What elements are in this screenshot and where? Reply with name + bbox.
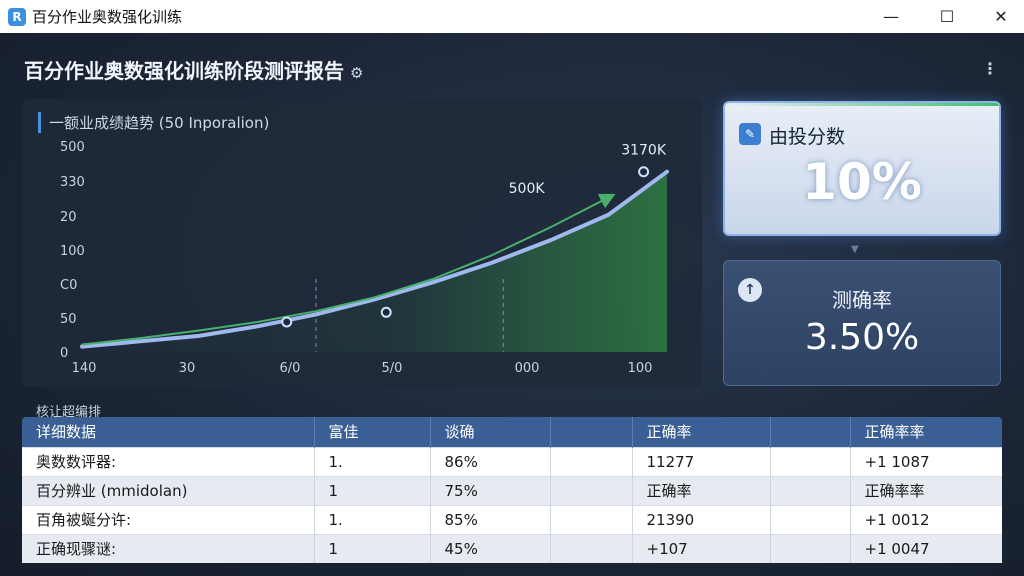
chevron-down-icon: ▼: [851, 244, 859, 255]
score-card-label: 由投分数: [769, 126, 846, 148]
table-cell: +107: [632, 533, 771, 563]
x-tick-label: 30: [179, 361, 196, 376]
page-title-text: 百分作业奥数强化训练阶段测评报告: [24, 59, 344, 83]
table-cell: [770, 446, 851, 476]
table-cell: 正确率: [632, 475, 771, 505]
table-cell: 11277: [632, 446, 771, 476]
data-label: 3170K: [621, 143, 667, 159]
table-cell: 86%: [430, 446, 551, 476]
x-tick-label: 100: [628, 361, 653, 376]
table-header-row: 详细数据 富佳 谈确 正确率 正确率率: [22, 417, 1002, 447]
table-cell: 21390: [632, 504, 771, 534]
x-tick-label: 5/0: [382, 361, 403, 376]
y-tick-label: 20: [60, 210, 77, 225]
window-title: 百分作业奥数强化训练: [32, 8, 183, 26]
table-row[interactable]: 奥数数评器: 1. 86% 11277 +1 1087: [22, 446, 1002, 476]
table-cell: [550, 533, 633, 563]
table-cell: 45%: [430, 533, 551, 563]
table-cell: 奥数数评器:: [22, 446, 315, 476]
table-cell: 正确率率: [850, 475, 1002, 505]
table-cell: 百分辨业 (mmidolan): [22, 475, 315, 505]
y-tick-label: 100: [60, 244, 85, 259]
table-cell: +1 0047: [850, 533, 1002, 563]
data-point: [281, 316, 293, 328]
table-cell: [550, 446, 633, 476]
y-tick-label: 0: [60, 346, 68, 361]
document-chart-icon: ✎: [739, 123, 761, 145]
table-row[interactable]: 百角被蜒分许: 1. 85% 21390 +1 0012: [22, 504, 1002, 534]
column-header[interactable]: 正确率: [632, 417, 771, 447]
x-tick-label: 6/0: [280, 361, 301, 376]
y-tick-label: 500: [60, 140, 85, 155]
maximize-button[interactable]: ☐: [924, 0, 970, 33]
table-row[interactable]: 百分辨业 (mmidolan) 1 75% 正确率 正确率率: [22, 475, 1002, 505]
data-table: 详细数据 富佳 谈确 正确率 正确率率 奥数数评器: 1. 86% 11277: [22, 417, 1002, 563]
main-content: 百分作业奥数强化训练阶段测评报告 ⚙ ⋮ 一额业成绩趋势 (50 Inporali…: [0, 33, 1024, 576]
table-cell: 百角被蜒分许:: [22, 504, 315, 534]
data-point: [638, 166, 650, 178]
table-cell: +1 1087: [850, 446, 1002, 476]
column-header[interactable]: 详细数据: [22, 417, 315, 447]
accuracy-card-label: 测确率: [832, 288, 892, 312]
table-cell: 1.: [314, 504, 431, 534]
column-header[interactable]: [550, 417, 633, 447]
column-header[interactable]: 正确率率: [850, 417, 1002, 447]
table-cell: 1.: [314, 446, 431, 476]
x-tick-label: 140: [72, 361, 97, 376]
data-table-container: 详细数据 富佳 谈确 正确率 正确率率 奥数数评器: 1. 86% 11277: [22, 417, 1002, 576]
y-tick-label: 330: [60, 175, 85, 190]
minimize-button[interactable]: —: [868, 0, 914, 33]
y-tick-label: 50: [60, 312, 77, 327]
table-row[interactable]: 正确现骤谜: 1 45% +107 +1 0047: [22, 533, 1002, 563]
data-point: [380, 306, 392, 318]
table-cell: 1: [314, 475, 431, 505]
app-icon: R: [8, 7, 26, 26]
table-cell: [770, 504, 851, 534]
data-label: 500K: [509, 181, 546, 197]
column-header[interactable]: [770, 417, 851, 447]
table-cell: 1: [314, 533, 431, 563]
x-tick-label: 000: [515, 361, 540, 376]
accuracy-card[interactable]: ↑ 测确率 3.50%: [723, 260, 1001, 386]
close-button[interactable]: ✕: [978, 0, 1024, 33]
table-cell: 正确现骤谜:: [22, 533, 315, 563]
gear-icon[interactable]: ⚙: [350, 64, 363, 82]
accuracy-card-value: 3.50%: [804, 317, 920, 358]
table-cell: [550, 475, 633, 505]
window-titlebar: R 百分作业奥数强化训练 — ☐ ✕: [0, 0, 1024, 33]
score-card[interactable]: ✎ 由投分数 10%: [723, 101, 1001, 236]
column-header[interactable]: 谈确: [430, 417, 551, 447]
table-cell: [770, 475, 851, 505]
more-options-icon[interactable]: ⋮: [982, 59, 998, 78]
table-cell: 75%: [430, 475, 551, 505]
area-fill: [82, 171, 667, 352]
score-card-value: 10%: [802, 153, 922, 211]
table-cell: [770, 533, 851, 563]
trend-chart: 0 50 C0 100 20 330 500 140 30 6/0 5/0 000 100 3170K 50…: [60, 140, 669, 376]
table-cell: +1 0012: [850, 504, 1002, 534]
table-cell: [550, 504, 633, 534]
trend-chart-panel: 一额业成绩趋势 (50 Inporalion) 0 50 C0 100 20 330 500…: [22, 99, 702, 387]
column-header[interactable]: 富佳: [314, 417, 431, 447]
page-title: 百分作业奥数强化训练阶段测评报告 ⚙: [24, 55, 363, 84]
table-cell: 85%: [430, 504, 551, 534]
y-tick-label: C0: [60, 278, 77, 293]
